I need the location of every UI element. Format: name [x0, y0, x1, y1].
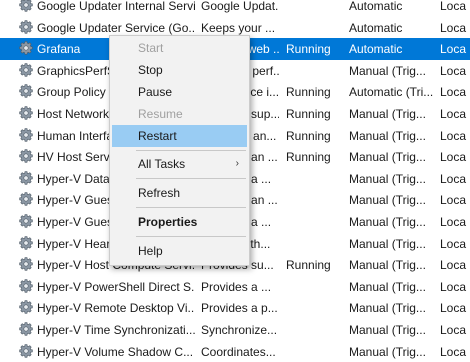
service-description: Keeps your ...	[201, 21, 279, 35]
chevron-right-icon: ›	[236, 153, 239, 175]
service-log-on-as: Loca	[440, 237, 470, 251]
service-log-on-as: Loca	[440, 85, 470, 99]
service-name: Google Updater Internal Servi...	[37, 0, 195, 13]
service-startup-type: Automatic	[349, 0, 435, 13]
menu-item-pause[interactable]: Pause	[112, 81, 247, 103]
service-log-on-as: Loca	[440, 345, 470, 359]
service-log-on-as: Loca	[440, 172, 470, 186]
gear-icon	[19, 106, 33, 120]
service-log-on-as: Loca	[440, 129, 470, 143]
service-status: Running	[286, 258, 344, 272]
service-description: Synchronize...	[201, 323, 279, 337]
service-log-on-as: Loca	[440, 107, 470, 121]
service-log-on-as: Loca	[440, 150, 470, 164]
menu-separator	[136, 207, 246, 208]
menu-separator	[136, 236, 246, 237]
menu-item-start[interactable]: Start	[112, 37, 247, 59]
gear-icon	[19, 41, 33, 55]
service-description: Provides a ...	[201, 280, 279, 294]
gear-icon	[19, 344, 33, 358]
gear-icon	[19, 192, 33, 206]
service-row[interactable]: Hyper-V Remote Desktop Vi... Provides a …	[0, 297, 470, 319]
menu-item-all-tasks-label: All Tasks	[138, 157, 185, 171]
gear-icon	[19, 171, 33, 185]
service-startup-type: Manual (Trig...	[349, 172, 435, 186]
gear-icon	[19, 20, 33, 34]
gear-icon	[19, 0, 33, 12]
service-startup-type: Manual (Trig...	[349, 280, 435, 294]
service-row[interactable]: Hyper-V Volume Shadow C... Coordinates..…	[0, 341, 470, 362]
service-startup-type: Manual (Trig...	[349, 215, 435, 229]
service-startup-type: Manual (Trig...	[349, 237, 435, 251]
service-description: Coordinates...	[201, 345, 279, 359]
gear-icon	[19, 149, 33, 163]
gear-icon	[19, 322, 33, 336]
gear-icon	[19, 128, 33, 142]
service-startup-type: Manual (Trig...	[349, 107, 435, 121]
menu-item-resume[interactable]: Resume	[112, 103, 247, 125]
service-status: Running	[286, 85, 344, 99]
service-description: Google Updat...	[201, 0, 279, 13]
service-status: Running	[286, 150, 344, 164]
service-name: Hyper-V PowerShell Direct S...	[37, 280, 195, 294]
gear-icon	[19, 279, 33, 293]
menu-item-refresh[interactable]: Refresh	[112, 182, 247, 204]
service-row[interactable]: Hyper-V PowerShell Direct S... Provides …	[0, 276, 470, 298]
menu-item-properties[interactable]: Properties	[112, 211, 247, 233]
gear-icon	[19, 257, 33, 271]
menu-item-restart[interactable]: Restart	[112, 125, 247, 147]
service-row[interactable]: Google Updater Internal Servi... Google …	[0, 0, 470, 17]
gear-icon	[19, 84, 33, 98]
menu-item-stop[interactable]: Stop	[112, 59, 247, 81]
service-log-on-as: Loca	[440, 301, 470, 315]
menu-item-help[interactable]: Help	[112, 240, 247, 262]
service-name: Hyper-V Remote Desktop Vi...	[37, 301, 195, 315]
service-startup-type: Manual (Trig...	[349, 150, 435, 164]
service-log-on-as: Loca	[440, 280, 470, 294]
service-log-on-as: Loca	[440, 64, 470, 78]
service-status: Running	[286, 129, 344, 143]
gear-icon	[19, 300, 33, 314]
service-log-on-as: Loca	[440, 323, 470, 337]
service-startup-type: Manual (Trig...	[349, 193, 435, 207]
service-log-on-as: Loca	[440, 215, 470, 229]
service-log-on-as: Loca	[440, 258, 470, 272]
service-startup-type: Manual (Trig...	[349, 64, 435, 78]
service-name: Google Updater Service (Go...	[37, 21, 195, 35]
service-status: Running	[286, 42, 344, 56]
service-log-on-as: Loca	[440, 42, 470, 56]
menu-separator	[136, 178, 246, 179]
service-startup-type: Automatic	[349, 42, 435, 56]
service-log-on-as: Loca	[440, 193, 470, 207]
service-name: Hyper-V Volume Shadow C...	[37, 345, 195, 359]
service-startup-type: Manual (Trig...	[349, 301, 435, 315]
service-status: Running	[286, 107, 344, 121]
gear-icon	[19, 63, 33, 77]
service-startup-type: Automatic	[349, 21, 435, 35]
gear-icon	[19, 214, 33, 228]
service-startup-type: Automatic (Tri...	[349, 85, 435, 99]
service-startup-type: Manual (Trig...	[349, 129, 435, 143]
service-description: Provides a p...	[201, 301, 279, 315]
service-row[interactable]: Hyper-V Time Synchronizati... Synchroniz…	[0, 319, 470, 341]
gear-icon	[19, 236, 33, 250]
service-log-on-as: Loca	[440, 0, 470, 13]
service-startup-type: Manual (Trig...	[349, 323, 435, 337]
service-log-on-as: Loca	[440, 21, 470, 35]
service-startup-type: Manual (Trig...	[349, 258, 435, 272]
menu-separator	[136, 150, 246, 151]
context-menu: Start Stop Pause Resume Restart All Task…	[109, 35, 250, 266]
service-startup-type: Manual (Trig...	[349, 345, 435, 359]
service-name: Hyper-V Time Synchronizati...	[37, 323, 195, 337]
menu-item-all-tasks[interactable]: All Tasks ›	[112, 153, 247, 175]
